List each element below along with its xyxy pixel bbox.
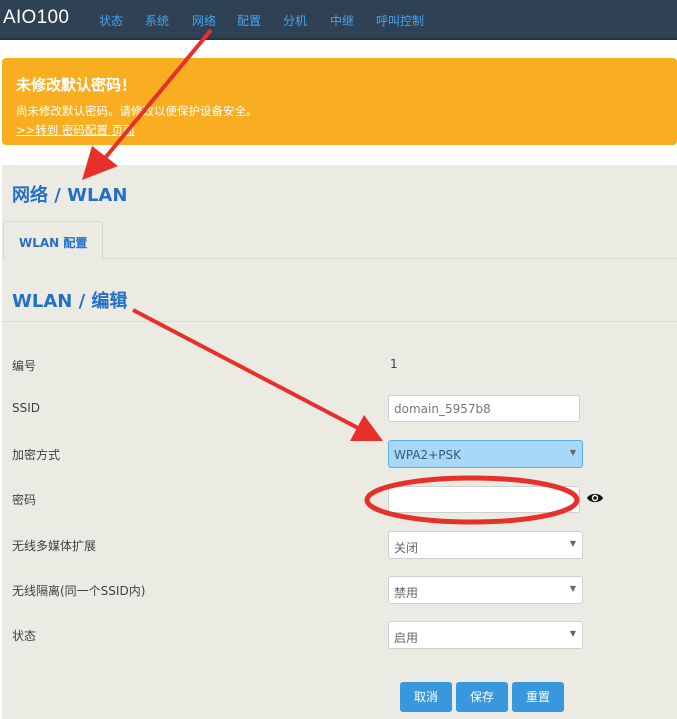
nav-config[interactable]: 配置 — [237, 12, 261, 29]
tab-wlan-config[interactable]: WLAN 配置 — [3, 221, 103, 259]
page-title: 网络 / WLAN — [12, 185, 128, 206]
nav-network[interactable]: 网络 — [192, 12, 216, 29]
wmm-label: 无线多媒体扩展 — [12, 539, 97, 553]
alert-text: 尚未修改默认密码。请修改以便保护设备安全。 — [16, 104, 258, 118]
brand-logo[interactable]: AIO100 — [3, 7, 69, 29]
encryption-select[interactable]: WPA2+PSK ▼ — [388, 440, 583, 468]
reset-button[interactable]: 重置 — [512, 682, 564, 712]
nav-system[interactable]: 系统 — [145, 12, 169, 29]
password-config-link[interactable]: >>转到 密码配置 页面 — [16, 122, 135, 138]
main-content: 网络 / WLAN WLAN 配置 WLAN / 编辑 编号 1 SSID do… — [2, 165, 677, 719]
encryption-label: 加密方式 — [12, 448, 61, 462]
encryption-value: WPA2+PSK — [394, 448, 461, 462]
eye-icon[interactable] — [586, 492, 604, 504]
password-input[interactable] — [388, 486, 580, 513]
status-label: 状态 — [12, 629, 37, 643]
ssid-input[interactable]: domain_5957b8 — [388, 395, 580, 422]
tab-divider — [2, 258, 677, 259]
isolation-value: 禁用 — [394, 586, 419, 600]
chevron-down-icon: ▼ — [569, 539, 576, 548]
isolation-label: 无线隔离(同一个SSID内) — [12, 584, 146, 598]
id-label: 编号 — [12, 359, 37, 373]
save-button[interactable]: 保存 — [456, 682, 508, 712]
id-value: 1 — [390, 357, 398, 371]
nav-trunk[interactable]: 中继 — [330, 12, 354, 29]
alert-title: 未修改默认密码！ — [16, 76, 137, 94]
chevron-down-icon: ▼ — [569, 448, 576, 457]
status-value: 启用 — [394, 631, 419, 645]
nav-call-control[interactable]: 呼叫控制 — [376, 12, 424, 29]
wmm-select[interactable]: 关闭 ▼ — [388, 531, 583, 559]
tab-label: WLAN 配置 — [19, 236, 88, 250]
isolation-select[interactable]: 禁用 ▼ — [388, 576, 583, 604]
password-label: 密码 — [12, 493, 37, 507]
nav-extension[interactable]: 分机 — [283, 12, 307, 29]
chevron-down-icon: ▼ — [569, 584, 576, 593]
section-divider — [2, 321, 677, 322]
ssid-label: SSID — [12, 401, 41, 415]
wmm-value: 关闭 — [394, 541, 419, 555]
cancel-button[interactable]: 取消 — [400, 682, 452, 712]
default-password-alert: 未修改默认密码！ 尚未修改默认密码。请修改以便保护设备安全。 >>转到 密码配置… — [2, 58, 677, 145]
nav-status[interactable]: 状态 — [99, 12, 123, 29]
section-title: WLAN / 编辑 — [12, 291, 128, 312]
chevron-down-icon: ▼ — [569, 629, 576, 638]
top-navbar: AIO100 状态 系统 网络 配置 分机 中继 呼叫控制 — [0, 0, 677, 40]
status-select[interactable]: 启用 ▼ — [388, 621, 583, 649]
